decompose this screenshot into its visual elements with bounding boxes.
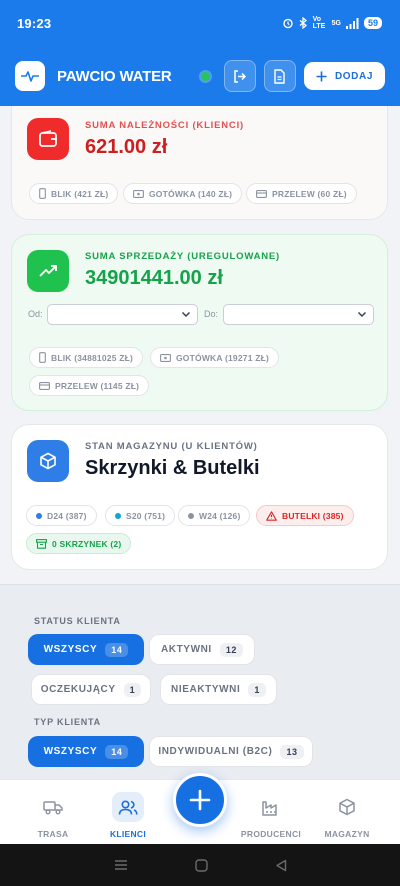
count-badge: 1	[123, 682, 142, 697]
menu-icon[interactable]	[114, 859, 128, 871]
date-from-label: Od:	[28, 309, 43, 319]
chevron-down-icon	[357, 311, 367, 318]
signal-type: 5G	[331, 19, 341, 27]
stock-chip-s20: S20 (751)	[105, 505, 176, 526]
plus-icon	[316, 71, 327, 81]
fab-add-button[interactable]	[173, 773, 227, 827]
debt-chip-transfer: PRZELEW (60 ZŁ)	[246, 183, 357, 204]
plus-icon	[189, 789, 211, 811]
sales-chip-cash: GOTÓWKA (19271 ZŁ)	[150, 347, 280, 368]
system-status-bar: 19:23 Vo LTE 5G 59	[0, 0, 400, 46]
phone-icon	[39, 188, 46, 199]
debt-value: 621.00 zł	[85, 136, 168, 158]
debt-chip-blik: BLIK (421 ZŁ)	[29, 183, 119, 204]
system-navigation-bar	[0, 844, 400, 886]
nav-item-route[interactable]: TRASA	[23, 792, 83, 839]
type-filter-all[interactable]: WSZYSCY 14	[28, 736, 144, 767]
date-from-select[interactable]	[47, 304, 198, 325]
add-button[interactable]: DODAJ	[303, 62, 385, 90]
nav-item-warehouse[interactable]: MAGAZYN	[317, 792, 377, 839]
add-button-label: DODAJ	[334, 70, 373, 82]
nav-item-producers[interactable]: PRODUCENCI	[241, 792, 301, 839]
box-icon	[331, 792, 363, 822]
online-status-indicator	[200, 71, 210, 81]
nav-item-clients[interactable]: KLIENCI	[98, 792, 158, 839]
count-badge: 14	[105, 744, 129, 759]
count-badge: 13	[280, 744, 304, 759]
report-button[interactable]	[263, 60, 296, 92]
sales-label: SUMA SPRZEDAŻY (UREGULOWANE)	[85, 251, 280, 262]
status-dot	[188, 512, 194, 519]
document-icon	[274, 68, 286, 84]
logout-icon	[234, 69, 247, 83]
logout-button[interactable]	[223, 60, 256, 92]
archive-icon	[36, 538, 47, 549]
alarm-icon	[282, 18, 293, 29]
status-filter-active[interactable]: AKTYWNI 12	[149, 634, 255, 665]
network-type: Vo LTE	[312, 16, 326, 30]
stock-value: Skrzynki & Butelki	[85, 457, 260, 479]
stock-chip-bottles-warning: BUTELKI (385)	[256, 505, 354, 526]
client-filter-panel: STATUS KLIENTA WSZYSCY 14 AKTYWNI 12 OCZ…	[0, 584, 400, 784]
status-dot	[115, 512, 121, 519]
card-icon	[256, 189, 267, 198]
app-title: PAWCIO WATER	[57, 67, 172, 85]
back-icon[interactable]	[275, 859, 287, 872]
status-filter-all[interactable]: WSZYSCY 14	[28, 634, 144, 665]
date-to-label: Do:	[204, 309, 219, 319]
debt-label: SUMA NALEŻNOŚCI (KLIENCI)	[85, 120, 244, 131]
stock-chip-crates: 0 SKRZYNEK (2)	[26, 533, 132, 554]
date-to-select[interactable]	[223, 304, 374, 325]
trending-up-icon	[27, 250, 69, 292]
battery-icon: 59	[363, 17, 382, 29]
status-filter-pending[interactable]: OCZEKUJĄCY 1	[31, 674, 151, 705]
bluetooth-icon	[299, 17, 307, 29]
banknote-icon	[133, 189, 144, 198]
factory-icon	[255, 792, 287, 822]
type-filter-label: TYP KLIENTA	[34, 717, 101, 727]
sales-chip-blik: BLIK (34881025 ZŁ)	[29, 347, 144, 368]
sales-summary-card: SUMA SPRZEDAŻY (UREGULOWANE) 34901441.00…	[11, 234, 388, 411]
warning-icon	[266, 510, 277, 521]
sales-chip-transfer: PRZELEW (1145 ZŁ)	[29, 375, 150, 396]
wallet-icon	[27, 118, 69, 160]
debt-chip-cash: GOTÓWKA (140 ZŁ)	[123, 183, 243, 204]
users-icon	[112, 792, 144, 822]
stock-summary-card: STAN MAGAZYNU (U KLIENTÓW) Skrzynki & Bu…	[11, 424, 388, 570]
type-filter-b2c[interactable]: INDYWIDUALNI (B2C) 13	[149, 736, 313, 767]
home-icon[interactable]	[194, 858, 208, 872]
signal-icon	[345, 17, 359, 29]
card-icon	[39, 381, 50, 390]
status-filter-label: STATUS KLIENTA	[34, 616, 121, 626]
status-dot	[36, 512, 42, 519]
app-header: PAWCIO WATER DODAJ	[0, 46, 400, 106]
status-time: 19:23	[17, 15, 52, 31]
stock-label: STAN MAGAZYNU (U KLIENTÓW)	[85, 441, 258, 452]
waveform-logo-icon	[15, 61, 45, 91]
count-badge: 12	[219, 642, 244, 657]
count-badge: 1	[248, 682, 266, 697]
stock-chip-d24: D24 (387)	[26, 505, 97, 526]
phone-icon	[39, 352, 46, 363]
chevron-down-icon	[181, 311, 191, 318]
box-icon	[27, 440, 69, 482]
debt-summary-card: SUMA NALEŻNOŚCI (KLIENCI) 621.00 zł BLIK…	[11, 106, 388, 220]
truck-icon	[37, 792, 69, 822]
banknote-icon	[160, 353, 171, 362]
stock-chip-w24: W24 (126)	[178, 505, 251, 526]
status-filter-inactive[interactable]: NIEAKTYWNI 1	[160, 674, 277, 705]
sales-value: 34901441.00 zł	[85, 267, 223, 289]
count-badge: 14	[105, 642, 129, 657]
